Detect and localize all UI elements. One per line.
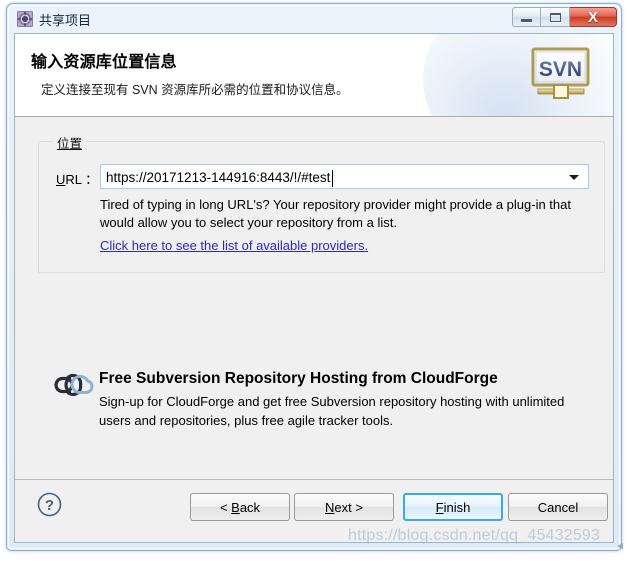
cancel-button[interactable]: Cancel	[508, 493, 608, 521]
cloudforge-title: Free Subversion Repository Hosting from …	[99, 370, 498, 387]
next-button[interactable]: Next >	[294, 493, 394, 521]
close-icon: X	[587, 8, 598, 26]
cursor-marker: ◄	[615, 541, 625, 552]
wizard-header: 输入资源库位置信息 定义连接至现有 SVN 资源库所必需的位置和协议信息。 SV…	[15, 34, 613, 117]
title-bar: 共享项目 X	[7, 4, 621, 33]
maximize-button[interactable]	[541, 7, 570, 27]
finish-button[interactable]: Finish	[403, 493, 503, 521]
dialog-window: 共享项目 X 输入资源库位置信息 定义连接至现有 SVN 资源库所必需的位置和协…	[6, 3, 622, 551]
window-controls: X	[512, 7, 617, 28]
help-icon[interactable]: ?	[37, 492, 62, 517]
dialog-body: 输入资源库位置信息 定义连接至现有 SVN 资源库所必需的位置和协议信息。 SV…	[14, 33, 614, 543]
finish-button-label: Finish	[435, 499, 471, 515]
svn-logo: SVN	[530, 46, 592, 106]
minimize-button[interactable]	[512, 7, 541, 27]
page-title: 输入资源库位置信息	[31, 54, 177, 71]
cloudforge-body: Sign-up for CloudForge and get free Subv…	[99, 394, 565, 428]
next-button-label: Next >	[325, 499, 363, 515]
wizard-content: 位置 URL ： https://20171213-144916:8443/!/…	[15, 118, 613, 480]
screen: 共享项目 X 输入资源库位置信息 定义连接至现有 SVN 资源库所必需的位置和协…	[0, 0, 628, 561]
cloudforge-promo: Free Subversion Repository Hosting from …	[15, 118, 613, 480]
maximize-icon	[549, 12, 561, 22]
close-button[interactable]: X	[570, 7, 617, 27]
svg-text:SVN: SVN	[539, 58, 582, 81]
svg-text:?: ?	[45, 497, 54, 514]
back-button-label: < Back	[219, 499, 261, 515]
cancel-button-label: Cancel	[537, 499, 579, 515]
page-subtitle: 定义连接至现有 SVN 资源库所必需的位置和协议信息。	[41, 83, 349, 97]
gear-icon	[17, 11, 33, 27]
back-button[interactable]: < Back	[190, 493, 290, 521]
minimize-icon	[521, 18, 532, 22]
button-bar: ? < Back Next > Finish Cancel	[15, 479, 613, 542]
cloudforge-logo	[53, 372, 95, 402]
window-title: 共享项目	[39, 13, 92, 28]
